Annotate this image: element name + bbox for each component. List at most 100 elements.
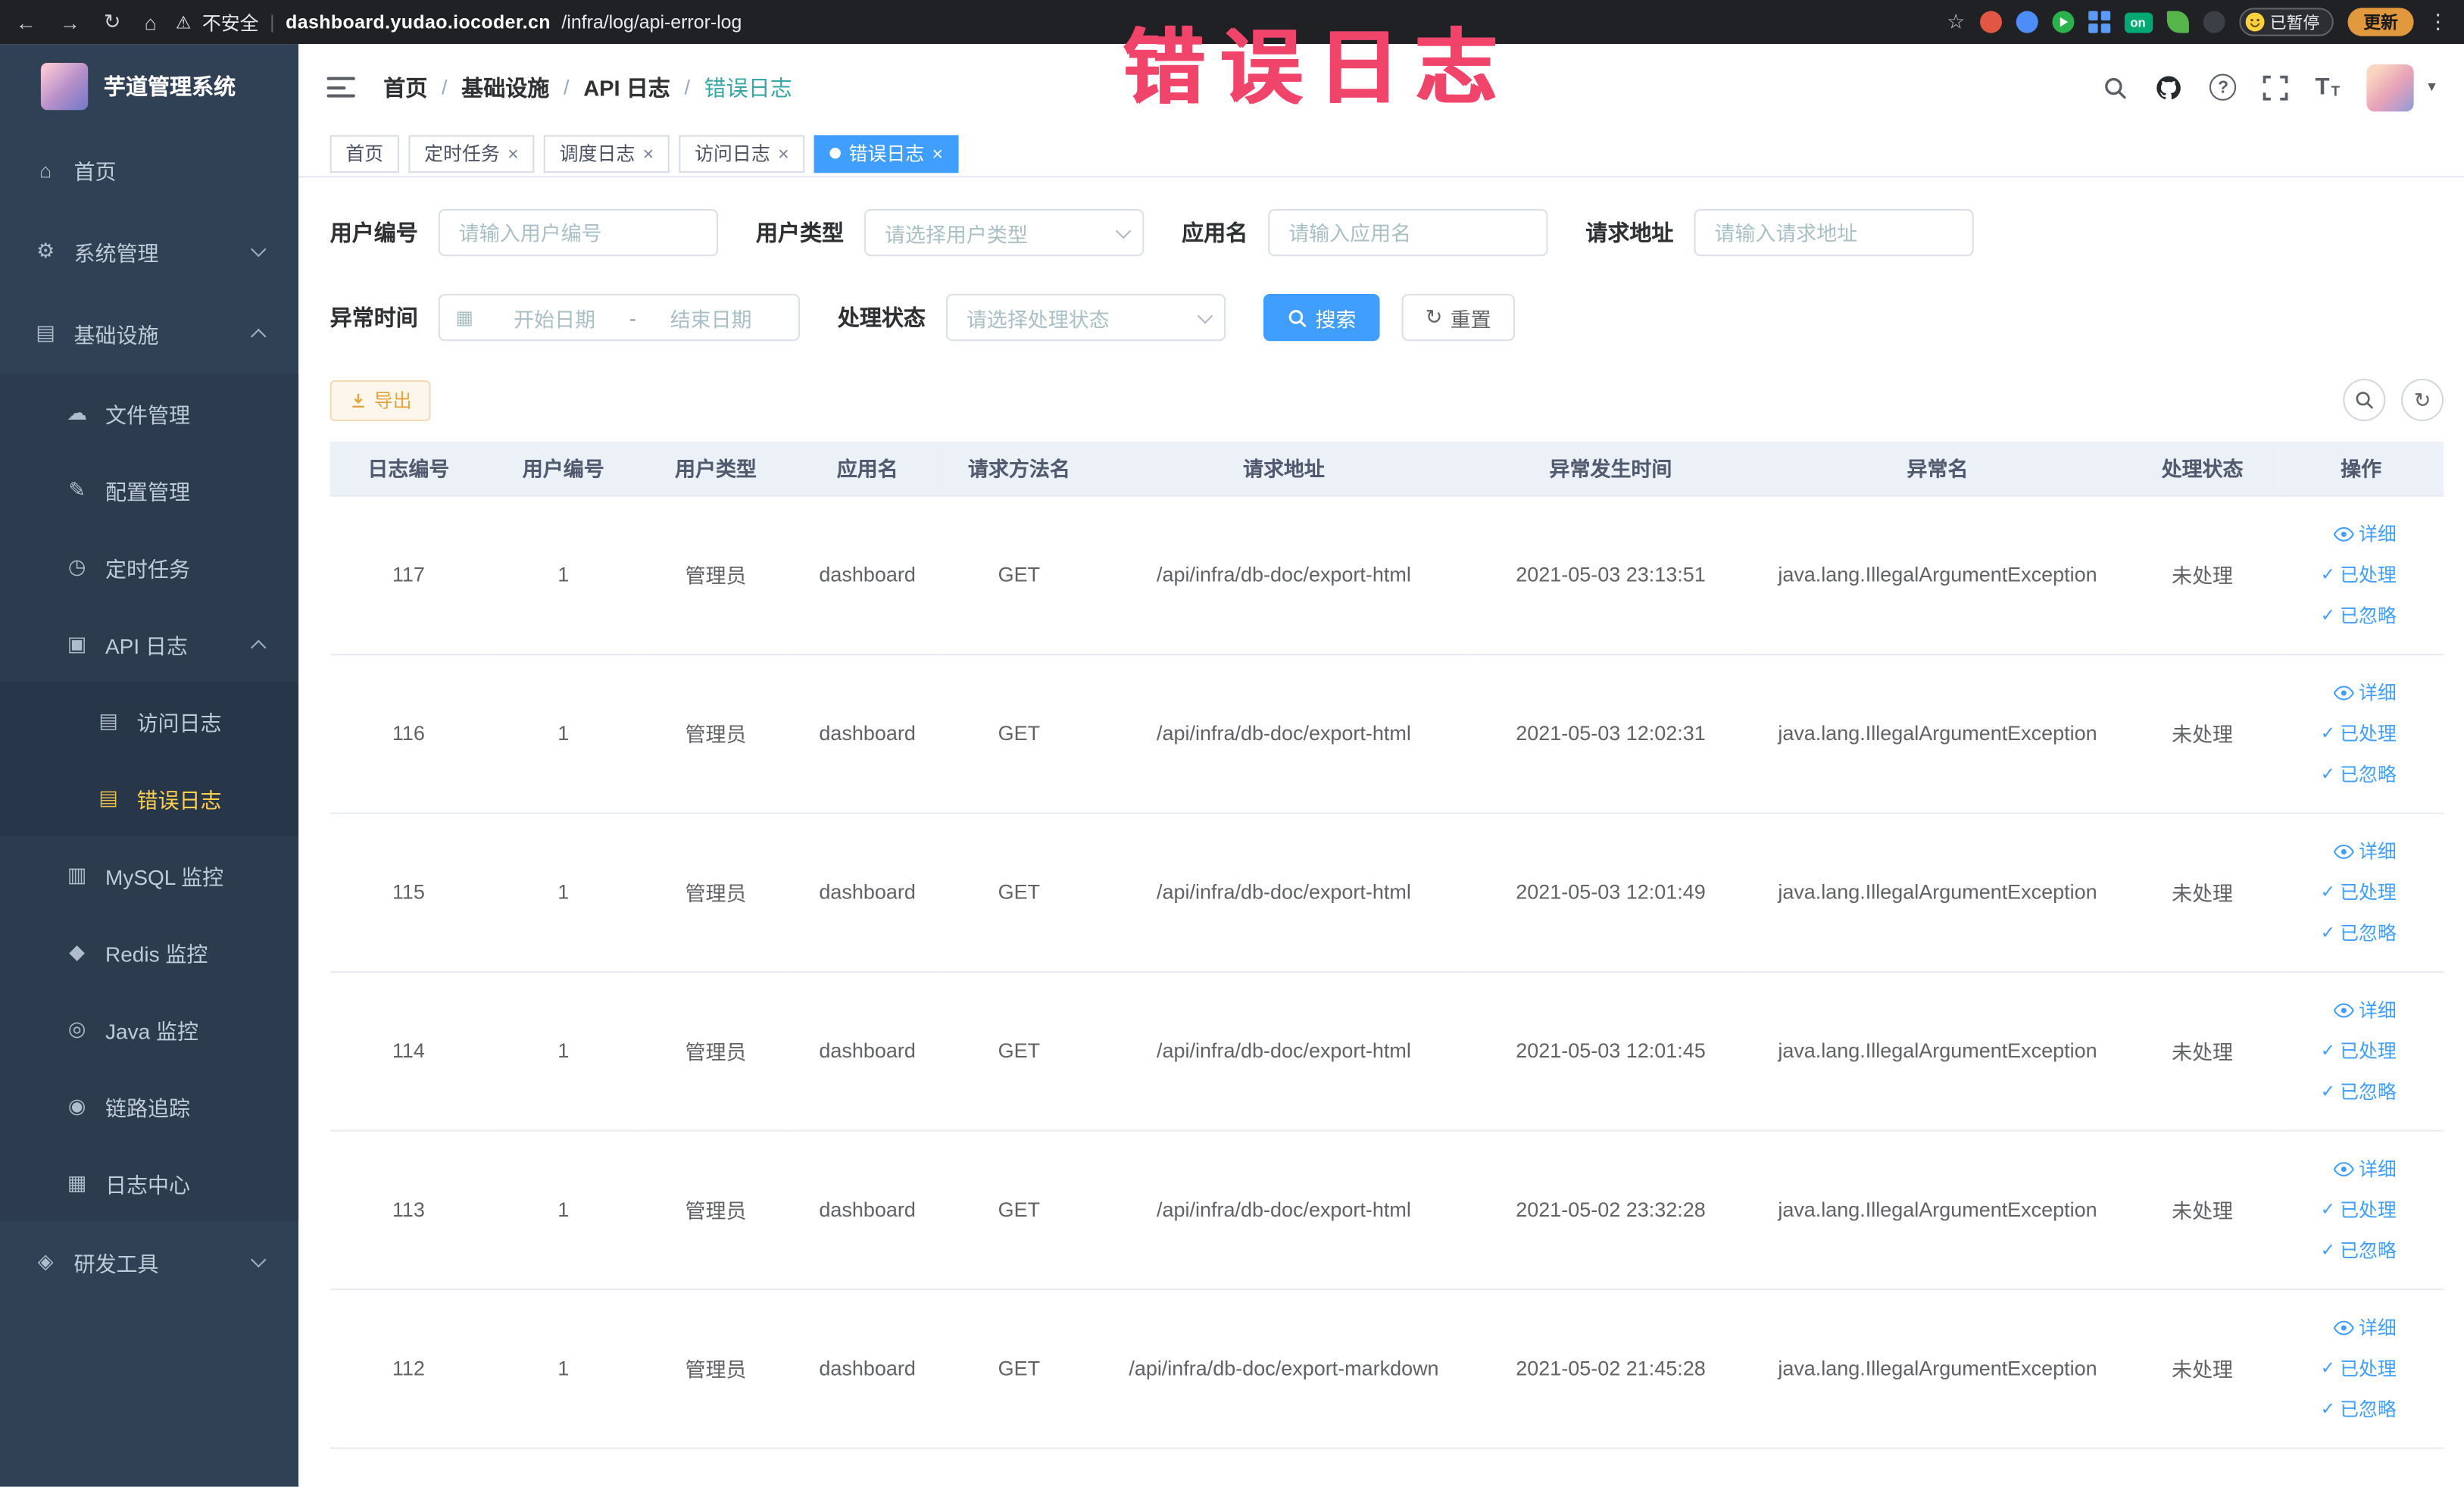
table-row: 112 1 管理员 dashboard GET /api/infra/db-do… (329, 1289, 2444, 1448)
export-button[interactable]: 导出 (329, 380, 431, 420)
sidebar-item-mysql-monitor[interactable]: ▥ MySQL 监控 (0, 836, 299, 914)
github-icon[interactable] (2155, 73, 2183, 101)
search-icon[interactable] (2103, 75, 2128, 100)
extension-icon-red[interactable] (1978, 11, 2002, 33)
sidebar-item-error-log[interactable]: ▤ 错误日志 (0, 759, 299, 836)
mark-processed-link[interactable]: ✓ 已处理 (2321, 879, 2397, 905)
extension-icon-on-badge[interactable]: on (2123, 11, 2153, 33)
extension-icon-green-play[interactable] (2051, 11, 2074, 33)
mark-ignored-link[interactable]: ✓ 已忽略 (2321, 920, 2397, 946)
help-icon[interactable]: ? (2209, 73, 2237, 101)
browser-actions: ☆ on 已暂停 更新 ⋮ (1947, 8, 2448, 36)
table-header-row: 日志编号 用户编号 用户类型 应用名 请求方法名 请求地址 异常发生时间 异常名… (329, 441, 2444, 496)
user-type-select[interactable]: 请选择用户类型 (864, 208, 1145, 257)
tab-scheduled-jobs[interactable]: 定时任务 × (408, 134, 535, 173)
bookmark-star-icon[interactable]: ☆ (1947, 9, 1965, 34)
extension-icon-paw[interactable] (2202, 11, 2225, 33)
browser-menu-icon[interactable]: ⋮ (2428, 9, 2448, 34)
sidebar-item-redis-monitor[interactable]: ◆ Redis 监控 (0, 913, 299, 991)
caret-down-icon[interactable]: ▾ (2428, 79, 2435, 96)
user-avatar[interactable] (2366, 64, 2414, 111)
hamburger-icon[interactable] (326, 77, 355, 98)
sidebar-item-infrastructure[interactable]: ▤ 基础设施 (0, 292, 298, 374)
tab-home[interactable]: 首页 (329, 134, 399, 173)
detail-link[interactable]: 详细 (2333, 520, 2397, 547)
mark-processed-link[interactable]: ✓ 已处理 (2321, 1037, 2397, 1064)
extension-icon-blue[interactable] (2015, 11, 2038, 33)
update-button[interactable]: 更新 (2347, 8, 2414, 36)
search-button-label: 搜索 (1315, 307, 1357, 331)
detail-link[interactable]: 详细 (2333, 996, 2397, 1023)
sidebar-item-label: Java 监控 (105, 1019, 198, 1043)
not-secure-warning-icon: ⚠ (175, 13, 192, 33)
back-icon[interactable]: ← (16, 10, 36, 33)
search-button[interactable]: 搜索 (1263, 293, 1380, 342)
sidebar-item-label: 定时任务 (105, 557, 191, 581)
close-icon[interactable]: × (778, 144, 789, 163)
toggle-search-button[interactable] (2343, 378, 2386, 421)
sidebar-item-tracing[interactable]: ◉ 链路追踪 (0, 1067, 299, 1145)
col-status: 处理状态 (2125, 441, 2279, 496)
address-bar[interactable]: ⚠ 不安全 | dashboard.yudao.iocoder.cn/infra… (176, 8, 1935, 35)
mark-ignored-link[interactable]: ✓ 已忽略 (2321, 1237, 2397, 1264)
sidebar-item-home[interactable]: ⌂ 首页 (0, 129, 298, 211)
paused-badge[interactable]: 已暂停 (2238, 8, 2334, 36)
close-icon[interactable]: × (643, 144, 654, 163)
mark-ignored-link[interactable]: ✓ 已忽略 (2321, 1078, 2397, 1104)
app-name-input[interactable] (1268, 208, 1548, 257)
close-icon[interactable]: × (932, 144, 944, 163)
sidebar-item-java-monitor[interactable]: ◎ Java 监控 (0, 990, 299, 1067)
sidebar-item-system-mgmt[interactable]: ⚙ 系统管理 (0, 211, 298, 292)
sidebar-item-api-logs[interactable]: ▣ API 日志 (0, 604, 299, 683)
mark-processed-link[interactable]: ✓ 已处理 (2321, 1354, 2397, 1381)
forward-icon[interactable]: → (60, 10, 80, 33)
reload-icon[interactable]: ↻ (104, 9, 121, 34)
sidebar-item-scheduled-jobs[interactable]: ◷ 定时任务 (0, 528, 299, 605)
detail-link[interactable]: 详细 (2333, 1155, 2397, 1182)
tab-error-log[interactable]: 错误日志 × (814, 134, 959, 173)
breadcrumb-item[interactable]: 首页 (383, 71, 427, 102)
app-title: 芋道管理系统 (103, 73, 236, 99)
extension-icon-grid[interactable] (2088, 11, 2110, 33)
tab-access-log[interactable]: 访问日志 × (679, 134, 805, 173)
toolbox-icon: ◈ (37, 1249, 54, 1273)
close-icon[interactable]: × (507, 144, 519, 163)
date-range-picker[interactable]: ▦ 开始日期 - 结束日期 (438, 293, 800, 342)
cell-request-url: /api/infra/db-doc/export-html (1095, 1129, 1472, 1290)
refresh-table-button[interactable]: ↻ (2401, 378, 2444, 421)
mark-processed-link[interactable]: ✓ 已处理 (2321, 1196, 2397, 1223)
cell-exception-time: 2021-05-03 12:01:49 (1472, 812, 1750, 973)
extension-icon-leaf[interactable] (2166, 11, 2188, 33)
detail-link[interactable]: 详细 (2333, 838, 2397, 864)
process-status-select[interactable]: 请选择处理状态 (945, 293, 1226, 342)
breadcrumb-item[interactable]: API 日志 (583, 71, 670, 102)
check-icon: ✓ (2320, 1201, 2335, 1220)
home-icon: ⌂ (39, 158, 52, 182)
request-url-input[interactable] (1694, 208, 1974, 257)
sidebar-item-access-log[interactable]: ▤ 访问日志 (0, 682, 299, 760)
mark-processed-link[interactable]: ✓ 已处理 (2321, 720, 2397, 746)
mark-ignored-link[interactable]: ✓ 已忽略 (2321, 761, 2397, 787)
font-size-icon[interactable]: TT (2316, 76, 2341, 99)
sidebar-item-config-mgmt[interactable]: ✎ 配置管理 (0, 451, 299, 529)
detail-link[interactable]: 详细 (2333, 1314, 2397, 1340)
tab-label: 访问日志 (695, 142, 770, 165)
cell-app-name: dashboard (792, 1129, 943, 1290)
sidebar-item-log-center[interactable]: ▦ 日志中心 (0, 1144, 299, 1221)
mark-ignored-link[interactable]: ✓ 已忽略 (2321, 1395, 2397, 1422)
col-method: 请求方法名 (942, 441, 1096, 496)
chevron-down-icon (1115, 222, 1132, 239)
detail-link[interactable]: 详细 (2333, 679, 2397, 705)
reset-button[interactable]: ↻ 重置 (1401, 293, 1515, 342)
sidebar-item-dev-tools[interactable]: ◈ 研发工具 (0, 1221, 298, 1303)
breadcrumb-item[interactable]: 基础设施 (461, 71, 549, 102)
check-icon: ✓ (2320, 1241, 2335, 1261)
tab-schedule-log[interactable]: 调度日志 × (543, 134, 670, 173)
mark-processed-link[interactable]: ✓ 已处理 (2321, 561, 2397, 588)
main-area: 首页 / 基础设施 / API 日志 / 错误日志 ? TT ▾ 首页 定时任务… (298, 44, 2464, 1487)
mark-ignored-link[interactable]: ✓ 已忽略 (2321, 602, 2397, 629)
browser-home-icon[interactable]: ⌂ (145, 10, 157, 33)
fullscreen-icon[interactable] (2263, 74, 2289, 100)
user-id-input[interactable] (438, 208, 719, 257)
sidebar-item-file-mgmt[interactable]: ☁ 文件管理 (0, 373, 299, 451)
